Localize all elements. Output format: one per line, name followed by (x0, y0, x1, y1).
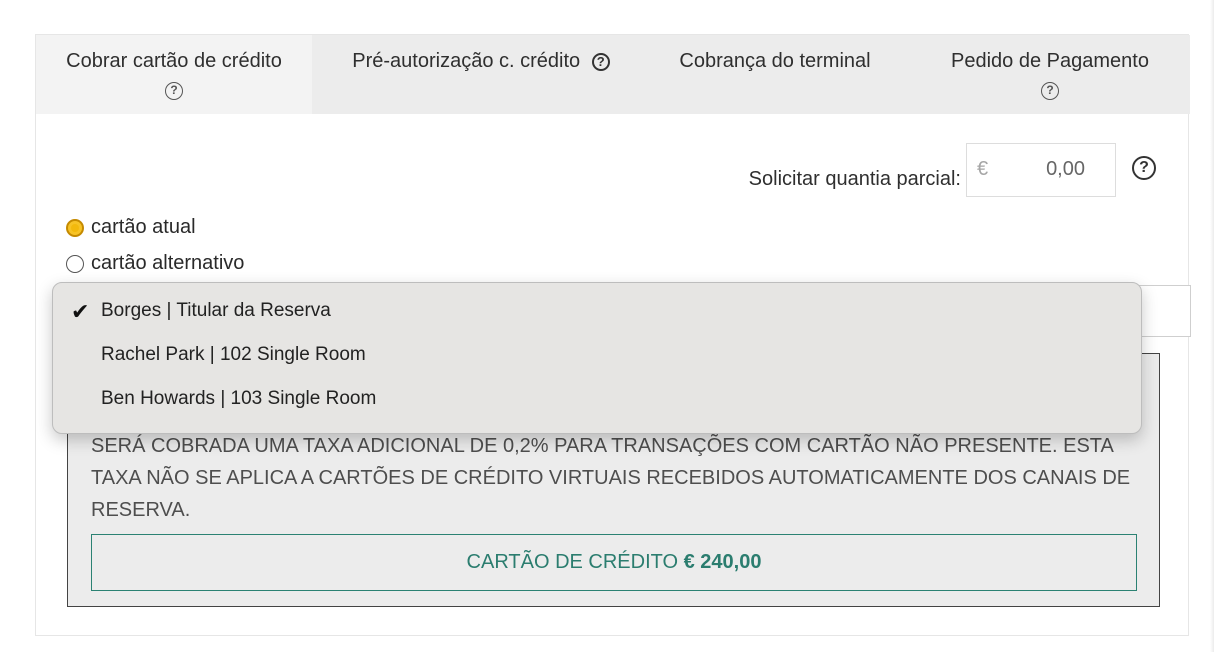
partial-amount-label: Solicitar quantia parcial: (748, 168, 961, 190)
question-circle-icon[interactable]: ? (1041, 81, 1059, 100)
fee-notice-text: SERÁ COBRADA UMA TAXA ADICIONAL DE 0,2% … (91, 435, 1131, 521)
card-holder-dropdown-menu: ✔ Borges | Titular da Reserva Rachel Par… (52, 282, 1142, 434)
tab-payment-request[interactable]: Pedido de Pagamento ? (910, 35, 1190, 114)
dropdown-option-borges[interactable]: ✔ Borges | Titular da Reserva (71, 299, 331, 324)
partial-amount-input[interactable]: € 0,00 (966, 143, 1116, 197)
radio-alternative-card[interactable]: cartão alternativo (66, 252, 244, 275)
tab-label: Cobrança do terminal (679, 50, 871, 72)
radio-label: cartão atual (91, 216, 196, 238)
question-circle-icon[interactable]: ? (1132, 156, 1156, 180)
radio-button[interactable] (66, 254, 84, 273)
radio-label: cartão alternativo (91, 252, 245, 274)
tab-bar: Cobrar cartão de crédito ? Pré-autorizaç… (36, 35, 1190, 114)
checkmark-icon: ✔ (71, 299, 90, 324)
charge-credit-card-button[interactable]: CARTÃO DE CRÉDITO € 240,00 (91, 534, 1137, 591)
tab-label: Cobrar cartão de crédito (66, 50, 282, 72)
amount-value: 0,00 (1046, 158, 1085, 180)
tab-label: Pedido de Pagamento (951, 50, 1149, 72)
partial-amount-row: Solicitar quantia parcial: € 0,00 ? (36, 143, 1190, 199)
option-label: Ben Howards | 103 Single Room (101, 388, 377, 409)
option-label: Borges | Titular da Reserva (101, 300, 331, 321)
charge-button-label: CARTÃO DE CRÉDITO (466, 551, 679, 573)
window-edge (1210, 0, 1214, 652)
tab-label: Pré-autorização c. crédito (352, 50, 581, 72)
tab-charge-credit-card[interactable]: Cobrar cartão de crédito ? (36, 35, 312, 114)
radio-button-checked[interactable] (66, 218, 84, 237)
dropdown-option-rachel-park[interactable]: Rachel Park | 102 Single Room (101, 344, 366, 366)
currency-symbol: € (977, 158, 989, 180)
charge-button-amount: € 240,00 (683, 551, 762, 573)
tab-terminal-charge[interactable]: Cobrança do terminal (640, 35, 910, 114)
radio-current-card[interactable]: cartão atual (66, 216, 196, 239)
option-label: Rachel Park | 102 Single Room (101, 344, 366, 365)
tab-pre-authorization[interactable]: Pré-autorização c. crédito ? (312, 35, 640, 114)
dropdown-option-ben-howards[interactable]: Ben Howards | 103 Single Room (101, 388, 376, 410)
question-circle-icon[interactable]: ? (591, 52, 610, 71)
question-circle-icon[interactable]: ? (165, 81, 183, 100)
